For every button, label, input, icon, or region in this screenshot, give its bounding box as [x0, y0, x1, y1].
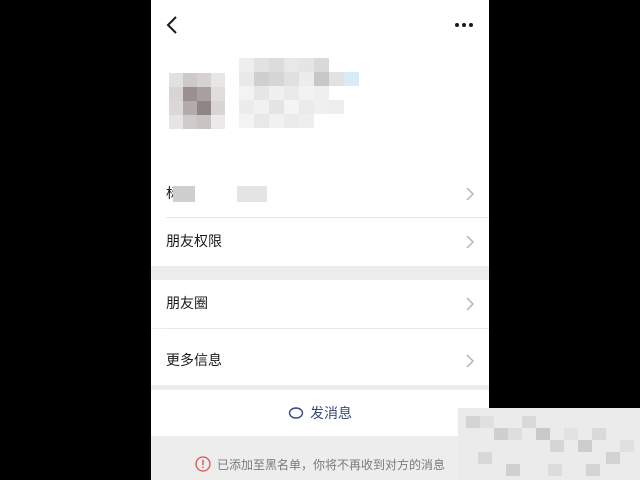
- blurred-remark-value: [173, 186, 267, 202]
- chat-bubble-icon: [288, 407, 304, 419]
- profile-screen: 标 朋友权限 朋友圈 更多信息 发消息: [151, 0, 489, 480]
- more-options-icon[interactable]: [453, 15, 475, 35]
- send-message-button[interactable]: 发消息: [151, 390, 489, 436]
- more-info-row[interactable]: 更多信息: [151, 329, 489, 385]
- chevron-right-icon: [466, 354, 475, 368]
- blacklist-notice-text: 已添加至黑名单，你将不再收到对方的消息: [216, 457, 445, 472]
- exclamation-circle-icon: [195, 456, 211, 472]
- chevron-right-icon: [466, 235, 475, 249]
- profile-header: [151, 0, 489, 180]
- friend-permissions-row[interactable]: 朋友权限: [151, 218, 489, 266]
- chevron-right-icon: [466, 187, 475, 201]
- blurred-profile-info: [169, 58, 359, 129]
- chevron-right-icon: [466, 297, 475, 311]
- moments-row[interactable]: 朋友圈: [151, 280, 489, 328]
- back-icon[interactable]: [163, 14, 183, 36]
- moments-label: 朋友圈: [166, 296, 208, 312]
- friend-permissions-label: 朋友权限: [166, 234, 222, 250]
- blacklist-notice: 已添加至黑名单，你将不再收到对方的消息: [151, 448, 489, 480]
- more-info-label: 更多信息: [166, 353, 222, 369]
- pixelated-watermark: [458, 408, 640, 480]
- send-message-label: 发消息: [310, 406, 352, 422]
- remark-row[interactable]: 标: [151, 170, 489, 218]
